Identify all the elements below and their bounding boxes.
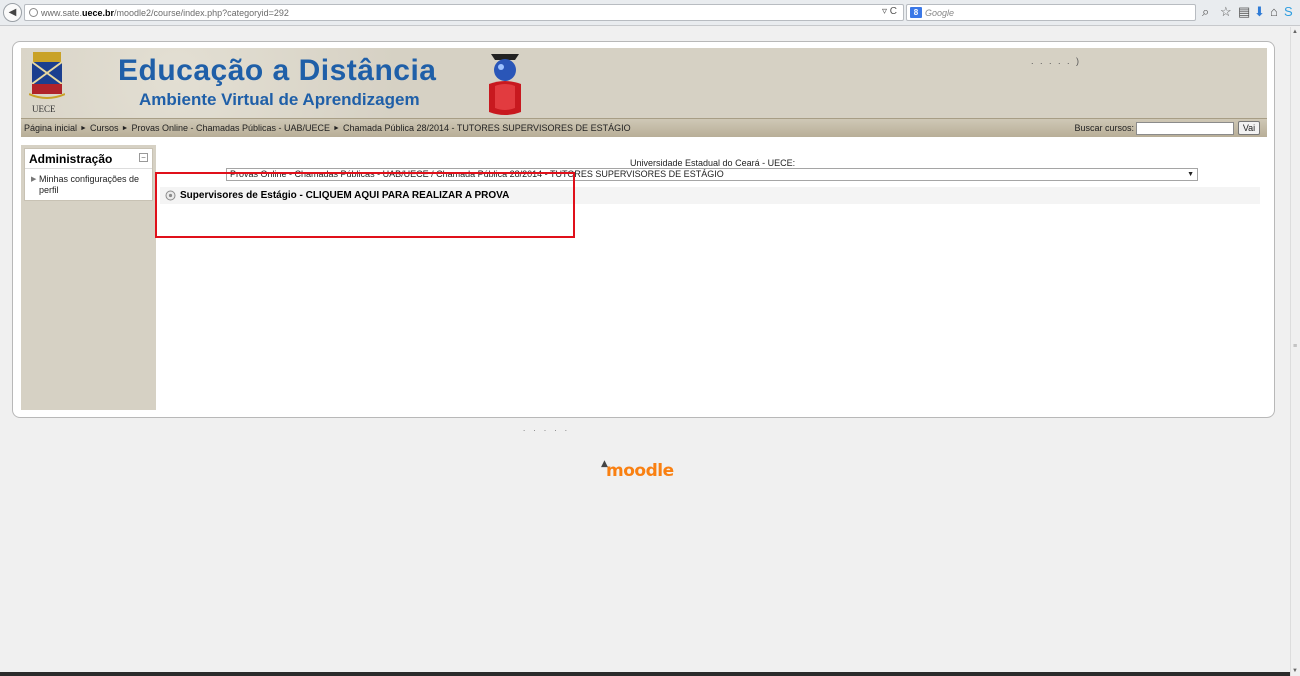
graduation-cap-icon: ▲ xyxy=(601,459,608,469)
breadcrumb-separator: ► xyxy=(333,124,340,132)
site-banner: UECE Educação a Distância Ambiente Virtu… xyxy=(21,48,1267,118)
course-search-input[interactable] xyxy=(1136,122,1234,135)
google-icon: 8 xyxy=(910,7,922,18)
mascot-icon xyxy=(489,54,521,115)
url-domain: uece.br xyxy=(82,7,115,18)
uece-crest-icon xyxy=(29,52,65,99)
address-bar[interactable]: www.sate. uece.br/moodle2/course/index.ph… xyxy=(24,4,904,21)
globe-icon xyxy=(29,8,38,17)
breadcrumb-home[interactable]: Página inicial xyxy=(24,123,77,133)
highlight-box xyxy=(155,172,575,238)
category-caption: Universidade Estadual do Ceará - UECE: xyxy=(630,158,796,168)
site-title: Educação a Distância xyxy=(118,54,437,87)
chevron-down-icon: ▼ xyxy=(1187,171,1194,178)
search-icon[interactable]: ⌕ xyxy=(1202,5,1209,18)
arrow-down-icon[interactable]: ▼ xyxy=(1292,668,1298,674)
site-subtitle: Ambiente Virtual de Aprendizagem xyxy=(139,90,420,109)
scroll-grip-icon[interactable]: ≡ xyxy=(1293,343,1297,350)
url-path: /moodle2/course/index.php?categoryid=292 xyxy=(114,7,289,18)
url-prefix: www.sate. xyxy=(41,7,83,18)
search-engine-placeholder: Google xyxy=(925,7,955,18)
back-button[interactable]: ◀ xyxy=(3,3,22,22)
moodle-logo[interactable]: ▲ moodle xyxy=(601,459,674,481)
browser-search-input[interactable]: 8 Google xyxy=(906,4,1196,21)
breadcrumb-courses[interactable]: Cursos xyxy=(90,123,119,133)
skype-icon[interactable]: S xyxy=(1284,5,1293,18)
breadcrumb: Página inicial ► Cursos ► Provas Online … xyxy=(21,118,1267,137)
breadcrumb-current: Chamada Pública 28/2014 - TUTORES SUPERV… xyxy=(342,123,631,133)
footer-dots: . . . . . xyxy=(523,424,571,433)
breadcrumb-category[interactable]: Provas Online - Chamadas Públicas - UAB/… xyxy=(131,123,330,133)
arrow-up-icon[interactable]: ▲ xyxy=(1292,29,1298,35)
browser-toolbar: ◀ www.sate. uece.br/moodle2/course/index.… xyxy=(0,0,1300,26)
banner-dots: . . . . . ) xyxy=(1031,56,1082,66)
course-search-button[interactable]: Vai xyxy=(1238,121,1260,135)
admin-block-title: Administração xyxy=(29,152,113,166)
arrow-left-icon: ◀ xyxy=(8,7,17,18)
breadcrumb-separator: ► xyxy=(121,124,129,132)
star-icon[interactable]: ☆ xyxy=(1220,5,1232,18)
admin-item-label: Minhas configurações de perfil xyxy=(39,174,140,195)
home-icon[interactable]: ⌂ xyxy=(1270,5,1278,18)
breadcrumb-separator: ► xyxy=(80,124,87,132)
scrollbar[interactable]: ▲ ≡ ▼ xyxy=(1290,27,1300,676)
reload-icon[interactable]: ▿ C xyxy=(882,6,897,17)
admin-item-profile-settings[interactable]: ▶ Minhas configurações de perfil xyxy=(31,174,149,196)
collapse-icon[interactable]: − xyxy=(139,153,148,162)
admin-block: Administração − ▶ Minhas configurações d… xyxy=(24,148,153,201)
triangle-right-icon: ▶ xyxy=(31,176,37,183)
bookmarks-icon[interactable]: ▤ xyxy=(1238,5,1250,18)
download-icon[interactable]: ⬇ xyxy=(1254,5,1265,18)
moodle-logo-text: moodle xyxy=(606,461,674,481)
page-frame: UECE Educação a Distância Ambiente Virtu… xyxy=(12,41,1275,418)
admin-block-divider xyxy=(25,168,152,169)
sidebar: Administração − ▶ Minhas configurações d… xyxy=(21,145,156,410)
crest-label: UECE xyxy=(32,104,56,114)
course-search-label: Buscar cursos: xyxy=(1074,123,1134,133)
taskbar-edge xyxy=(0,672,1290,676)
